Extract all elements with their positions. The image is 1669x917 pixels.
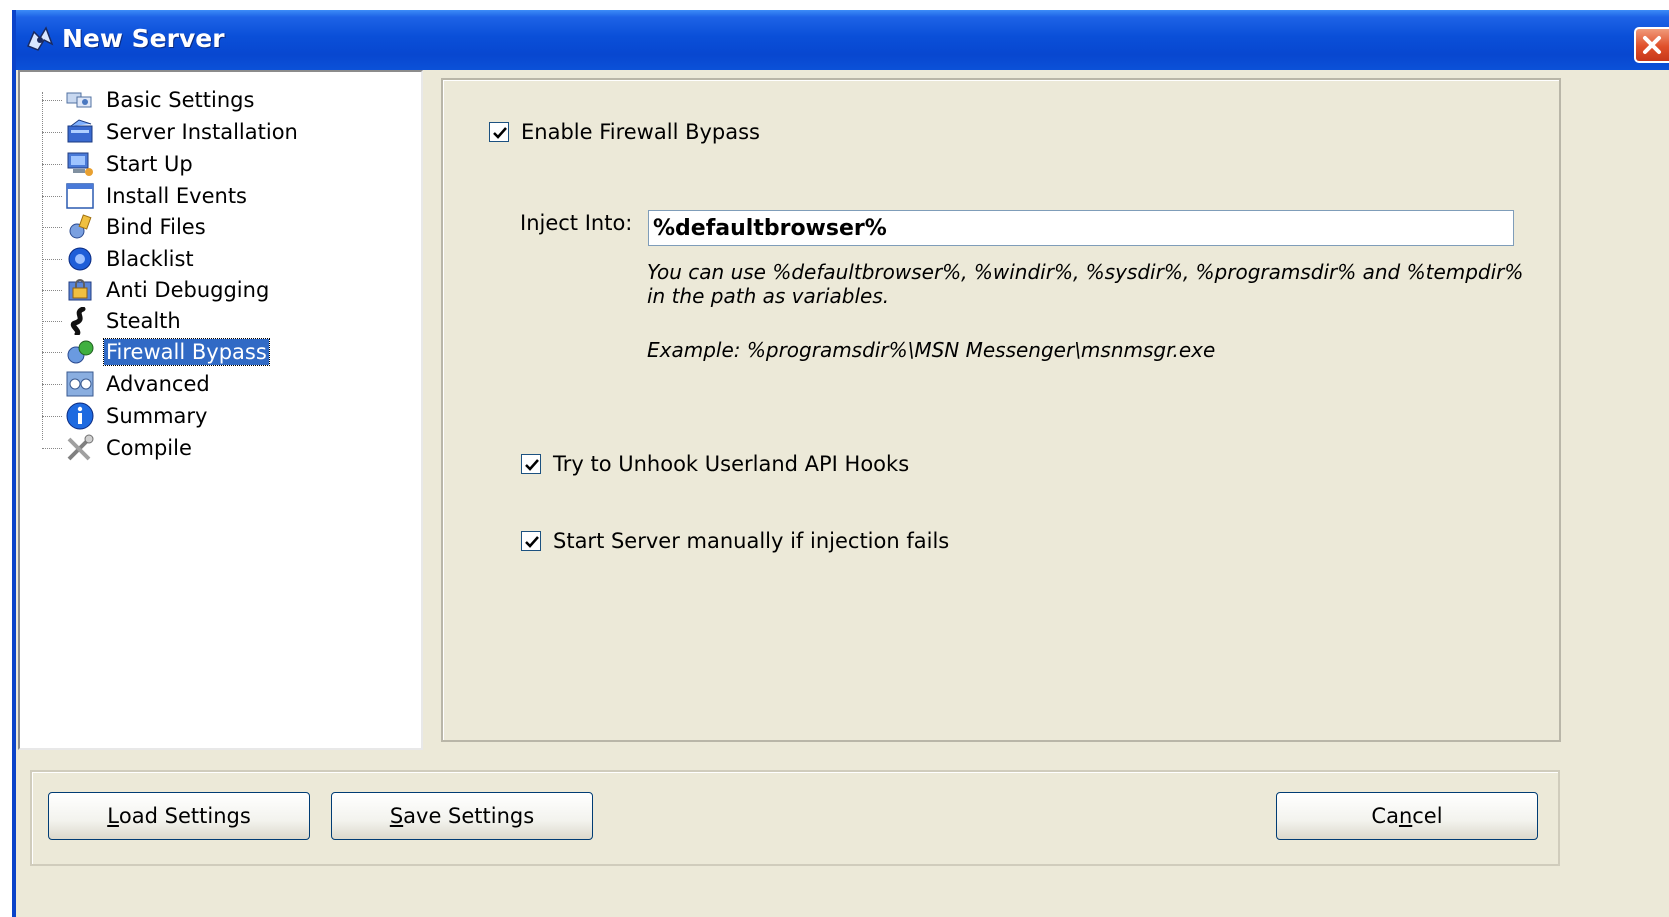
tree-item-advanced[interactable]: Advanced: [42, 369, 212, 399]
save-settings-button[interactable]: Save Settings: [331, 792, 593, 840]
tree-item-label: Server Installation: [106, 120, 298, 144]
tree-item-label: Firewall Bypass: [103, 338, 270, 366]
enable-firewall-bypass-checkbox[interactable]: Enable Firewall Bypass: [489, 120, 760, 144]
info-icon: [66, 402, 94, 430]
inject-into-input[interactable]: [648, 210, 1514, 246]
checkbox-label: Try to Unhook Userland API Hooks: [553, 452, 910, 476]
checkbox-label: Enable Firewall Bypass: [521, 120, 760, 144]
help-line: You can use %defaultbrowser%, %windir%, …: [647, 260, 1524, 284]
button-label: cel: [1412, 804, 1443, 828]
tree-item-label: Advanced: [106, 372, 210, 396]
tree-item-compile[interactable]: Compile: [42, 433, 194, 463]
settings-tree[interactable]: Basic Settings Server Installation Start…: [18, 70, 423, 750]
start-server-manually-checkbox[interactable]: Start Server manually if injection fails: [521, 529, 949, 553]
installation-icon: [67, 119, 93, 143]
tree-item-label: Start Up: [106, 152, 193, 176]
tree-item-basic-settings[interactable]: Basic Settings: [42, 85, 256, 115]
mnemonic: n: [1398, 804, 1413, 828]
tree-item-label: Basic Settings: [106, 88, 255, 112]
tree-item-label: Bind Files: [106, 215, 206, 239]
blacklist-icon: [68, 247, 92, 271]
tree-item-label: Install Events: [106, 184, 247, 208]
checkmark-icon: [525, 536, 539, 548]
load-settings-button[interactable]: Load Settings: [48, 792, 310, 840]
tree-item-label: Blacklist: [106, 247, 194, 271]
example-text: Example: %programsdir%\MSN Messenger\msn…: [647, 338, 1216, 362]
checkmark-icon: [493, 127, 507, 139]
help-line: in the path as variables.: [647, 284, 890, 308]
checkbox-label: Start Server manually if injection fails: [553, 529, 950, 553]
button-label: ave Settings: [403, 804, 535, 828]
button-bar: Load Settings Save Settings Ca n cel: [30, 770, 1560, 866]
title-bar[interactable]: New Server: [16, 10, 1669, 70]
bind-files-icon: [69, 214, 92, 239]
firewall-bypass-panel: Enable Firewall Bypass Inject Into: You …: [441, 78, 1561, 742]
tree-item-server-installation[interactable]: Server Installation: [42, 117, 300, 147]
tree-item-start-up[interactable]: Start Up: [42, 149, 195, 179]
button-label: oad Settings: [118, 804, 251, 828]
checkmark-icon: [525, 459, 539, 471]
startup-icon: [67, 152, 93, 176]
close-icon: [1643, 36, 1661, 54]
window-icon: [66, 183, 94, 209]
close-button[interactable]: [1634, 27, 1669, 63]
tree-item-label: Summary: [106, 404, 208, 428]
mnemonic: L: [107, 804, 119, 828]
inject-into-label: Inject Into:: [520, 211, 633, 235]
tree-item-label: Anti Debugging: [106, 278, 270, 302]
tree-item-label: Compile: [106, 436, 192, 460]
advanced-icon: [66, 371, 94, 397]
tree-item-summary[interactable]: Summary: [42, 401, 209, 431]
tree-item-install-events[interactable]: Install Events: [42, 181, 249, 211]
cancel-button[interactable]: Ca n cel: [1276, 792, 1538, 840]
tools-icon: [67, 434, 94, 461]
checkbox-box[interactable]: [489, 122, 509, 142]
checkbox-box[interactable]: [521, 454, 541, 474]
tree-item-anti-debugging[interactable]: Anti Debugging: [42, 275, 271, 305]
mnemonic: S: [389, 804, 404, 828]
window-title: New Server: [62, 24, 225, 53]
stealth-icon: [70, 307, 86, 335]
button-label: Ca: [1371, 804, 1399, 828]
settings-icon: [66, 92, 92, 108]
tree-item-stealth[interactable]: Stealth: [42, 306, 183, 336]
unhook-api-hooks-checkbox[interactable]: Try to Unhook Userland API Hooks: [521, 452, 909, 476]
app-icon: [27, 26, 54, 51]
anti-debugging-icon: [68, 279, 92, 301]
checkbox-box[interactable]: [521, 531, 541, 551]
variables-help-text: You can use %defaultbrowser%, %windir%, …: [647, 260, 1527, 308]
tree-item-blacklist[interactable]: Blacklist: [42, 244, 196, 274]
tree-item-label: Stealth: [106, 309, 181, 333]
tree-item-firewall-bypass[interactable]: Firewall Bypass: [42, 337, 270, 367]
firewall-icon: [67, 340, 94, 364]
dialog-window: New Server Basic Settings Server Install…: [12, 10, 1669, 917]
tree-item-bind-files[interactable]: Bind Files: [42, 212, 208, 242]
